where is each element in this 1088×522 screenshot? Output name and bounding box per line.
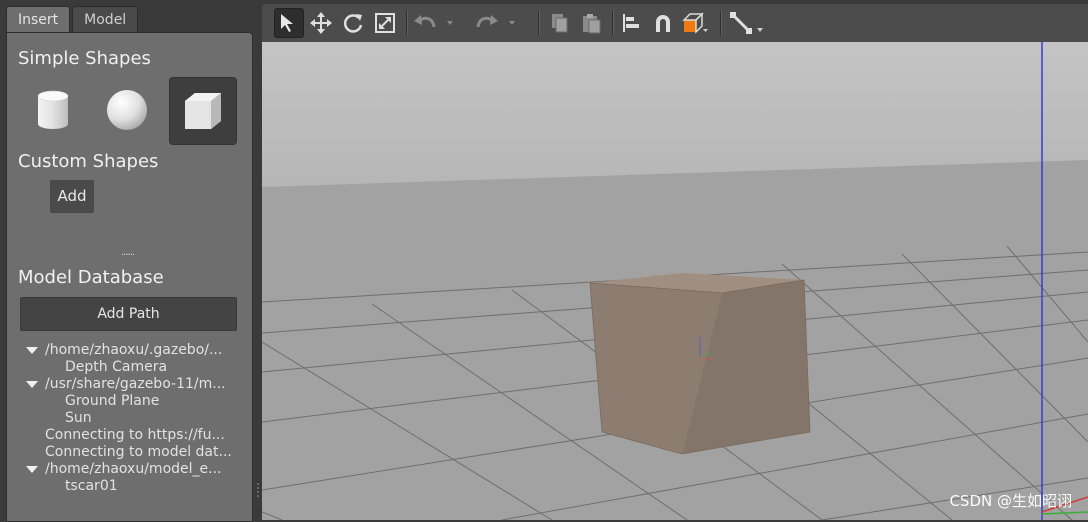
undo-icon: [414, 15, 436, 28]
copy-icon: [552, 14, 568, 33]
expand-arrow-icon[interactable]: [26, 381, 38, 388]
scale-mode-icon: [375, 13, 395, 33]
snap-button[interactable]: [648, 8, 678, 38]
sphere-icon: [107, 90, 147, 130]
translate-mode-icon: [310, 12, 332, 34]
tree-item[interactable]: Sun: [7, 410, 252, 427]
tree-item[interactable]: Connecting to model dat...: [7, 444, 252, 461]
scale-mode-button[interactable]: [370, 8, 400, 38]
tree-item[interactable]: /home/zhaoxu/.gazebo/...: [7, 342, 252, 359]
paste-button[interactable]: [576, 8, 606, 38]
rotate-mode-button[interactable]: [338, 8, 368, 38]
undo-history-dropdown[interactable]: [442, 8, 458, 38]
redo-icon: [476, 15, 498, 28]
insert-panel: Simple Shapes Custom Shapes Add ...... M…: [6, 32, 253, 522]
model-database-title: Model Database: [18, 267, 164, 288]
tree-item[interactable]: Depth Camera: [7, 359, 252, 376]
tab-model[interactable]: Model: [72, 6, 139, 32]
scene-toolbar: [262, 4, 1088, 42]
scene-viewport[interactable]: [262, 42, 1088, 520]
box-icon: [185, 93, 221, 129]
chevron-down-icon: [447, 21, 453, 25]
tree-item[interactable]: /home/zhaoxu/model_e...: [7, 461, 252, 478]
expand-arrow-icon[interactable]: [26, 347, 38, 354]
box-button[interactable]: [169, 77, 237, 145]
select-mode-button[interactable]: [274, 8, 304, 38]
tree-item[interactable]: Connecting to https://fu...: [7, 427, 252, 444]
snap-icon: [656, 15, 670, 32]
scene-render: [262, 42, 1088, 520]
splitter-handle[interactable]: ......: [121, 247, 135, 258]
paste-icon: [583, 14, 601, 34]
translate-mode-button[interactable]: [306, 8, 336, 38]
select-mode-icon: [281, 14, 293, 32]
joint-button[interactable]: [726, 8, 766, 38]
rotate-mode-icon: [343, 14, 363, 33]
box-model: [589, 273, 811, 455]
cylinder-button[interactable]: [20, 77, 86, 143]
copy-button[interactable]: [544, 8, 574, 38]
undo-button[interactable]: [410, 8, 440, 38]
add-path-button[interactable]: Add Path: [20, 297, 237, 331]
left-panel-tabs: Insert Model: [6, 6, 140, 32]
model-database-tree: /home/zhaoxu/.gazebo/... Depth Camera /u…: [7, 342, 252, 495]
sphere-button[interactable]: [94, 77, 160, 143]
joint-icon: [730, 12, 763, 34]
tree-item[interactable]: /usr/share/gazebo-11/m...: [7, 376, 252, 393]
add-custom-shape-button[interactable]: Add: [50, 180, 94, 213]
tab-insert[interactable]: Insert: [6, 6, 71, 32]
tree-item[interactable]: tscar01: [7, 478, 252, 495]
align-icon: [623, 14, 639, 32]
watermark: CSDN @生如昭诩: [949, 492, 1072, 510]
tree-item[interactable]: Ground Plane: [7, 393, 252, 410]
simple-shapes-title: Simple Shapes: [18, 48, 151, 69]
redo-button[interactable]: [472, 8, 502, 38]
cylinder-icon: [37, 90, 69, 129]
panel-resize-handle[interactable]: [256, 482, 260, 500]
align-button[interactable]: [616, 8, 646, 38]
view-angle-icon: [682, 12, 708, 34]
chevron-down-icon: [509, 21, 515, 25]
redo-history-dropdown[interactable]: [504, 8, 520, 38]
view-angle-button[interactable]: [680, 8, 710, 38]
custom-shapes-title: Custom Shapes: [18, 151, 159, 172]
expand-arrow-icon[interactable]: [26, 466, 38, 473]
